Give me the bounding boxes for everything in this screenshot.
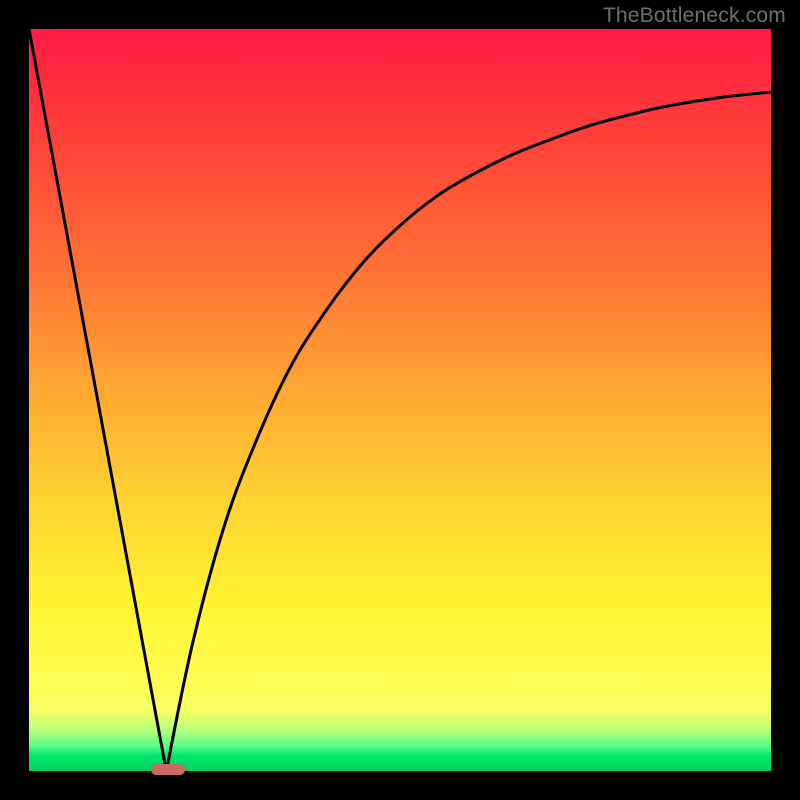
chart-frame: TheBottleneck.com: [0, 0, 800, 800]
optimal-range-marker: [151, 764, 184, 775]
bottleneck-curve: [29, 29, 771, 771]
watermark-text: TheBottleneck.com: [603, 4, 786, 28]
plot-area: [29, 29, 771, 771]
